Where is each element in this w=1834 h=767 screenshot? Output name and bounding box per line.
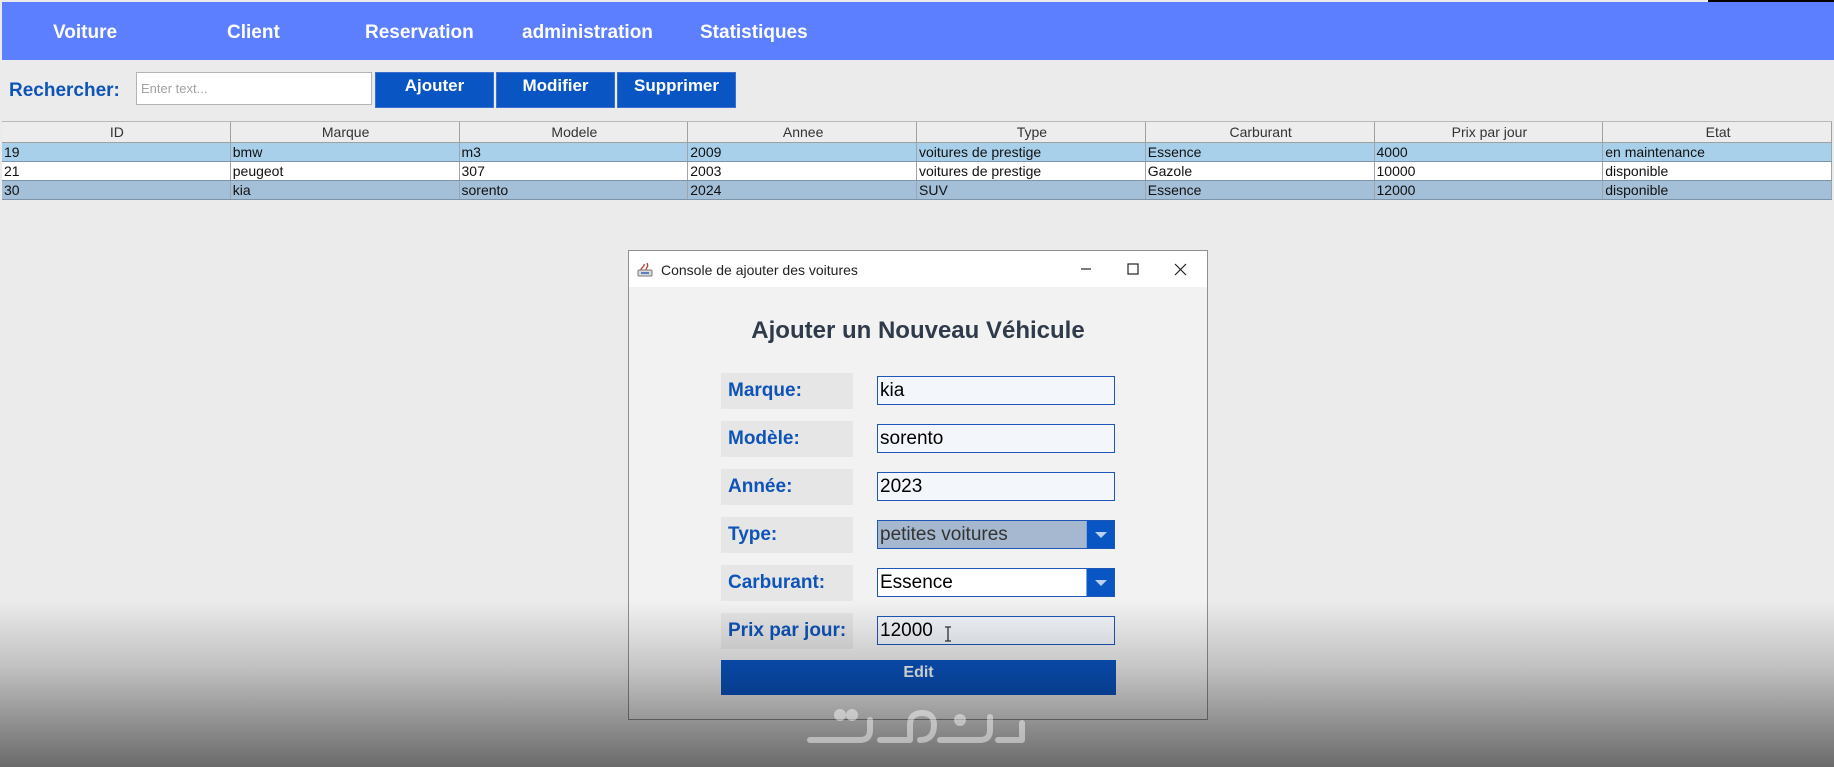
table-cell: 4000 xyxy=(1375,143,1604,161)
table-cell: bmw xyxy=(231,143,460,161)
chevron-down-icon xyxy=(1094,579,1107,586)
close-button[interactable] xyxy=(1157,255,1203,283)
table-cell: 2009 xyxy=(688,143,917,161)
search-input[interactable] xyxy=(136,72,372,105)
prix-label: Prix par jour: xyxy=(721,613,853,649)
table-cell: 307 xyxy=(460,162,689,180)
table-cell: 21 xyxy=(2,162,231,180)
table-cell: peugeot xyxy=(231,162,460,180)
edit-button[interactable]: Edit xyxy=(721,660,1116,695)
vehicles-table: ID Marque Modele Annee Type Carburant Pr… xyxy=(2,121,1832,200)
table-cell: 10000 xyxy=(1375,162,1604,180)
menu-item-voiture[interactable]: Voiture xyxy=(53,22,117,44)
table-cell: disponible xyxy=(1603,162,1832,180)
minimize-button[interactable] xyxy=(1063,255,1109,283)
maximize-button[interactable] xyxy=(1110,255,1156,283)
dialog-titlebar[interactable]: Console de ajouter des voitures xyxy=(629,251,1207,287)
table-cell: 2003 xyxy=(688,162,917,180)
java-app-icon xyxy=(637,262,653,277)
column-header-marque[interactable]: Marque xyxy=(230,122,460,143)
prix-input[interactable] xyxy=(877,616,1115,645)
add-vehicle-dialog: Console de ajouter des voitures Ajouter … xyxy=(628,250,1208,720)
table-cell: SUV xyxy=(917,181,1146,199)
type-label: Type: xyxy=(721,517,853,553)
column-header-etat[interactable]: Etat xyxy=(1603,122,1832,143)
minimize-icon xyxy=(1081,268,1091,270)
table-cell: 2024 xyxy=(688,181,917,199)
dialog-title: Console de ajouter des voitures xyxy=(661,262,858,278)
column-header-prix[interactable]: Prix par jour xyxy=(1374,122,1604,143)
carburant-label: Carburant: xyxy=(721,565,853,601)
table-cell: kia xyxy=(231,181,460,199)
maximize-icon xyxy=(1127,263,1139,275)
carburant-select[interactable]: Essence xyxy=(877,568,1115,597)
close-icon xyxy=(1174,263,1186,275)
menu-item-reservation[interactable]: Reservation xyxy=(365,22,474,44)
delete-button[interactable]: Supprimer xyxy=(617,72,736,108)
chevron-down-icon xyxy=(1094,531,1107,538)
dialog-heading: Ajouter un Nouveau Véhicule xyxy=(751,317,1085,344)
column-header-id[interactable]: ID xyxy=(2,122,231,143)
column-header-carburant[interactable]: Carburant xyxy=(1145,122,1375,143)
type-select-value: petites voitures xyxy=(880,523,1008,545)
column-header-annee[interactable]: Annee xyxy=(688,122,917,143)
text-cursor-icon xyxy=(945,626,951,642)
type-dropdown-button[interactable] xyxy=(1086,521,1114,548)
marque-input[interactable] xyxy=(877,376,1115,405)
table-cell: voitures de prestige xyxy=(917,143,1146,161)
table-cell: Essence xyxy=(1146,181,1375,199)
marque-label: Marque: xyxy=(721,373,853,409)
menu-item-statistiques[interactable]: Statistiques xyxy=(700,22,808,44)
carburant-select-value: Essence xyxy=(880,571,953,593)
table-cell: sorento xyxy=(460,181,689,199)
table-cell: 19 xyxy=(2,143,231,161)
menu-item-administration[interactable]: administration xyxy=(522,22,653,44)
table-cell: 30 xyxy=(2,181,231,199)
table-row[interactable]: 21 peugeot 307 2003 voitures de prestige… xyxy=(2,162,1832,181)
menu-item-client[interactable]: Client xyxy=(227,22,280,44)
modify-button[interactable]: Modifier xyxy=(496,72,615,108)
table-header-row: ID Marque Modele Annee Type Carburant Pr… xyxy=(2,121,1832,143)
column-header-modele[interactable]: Modele xyxy=(459,122,689,143)
column-header-type[interactable]: Type xyxy=(917,122,1146,143)
search-label: Rechercher: xyxy=(9,80,120,101)
annee-label: Année: xyxy=(721,469,853,505)
table-cell: Essence xyxy=(1146,143,1375,161)
table-cell: Gazole xyxy=(1146,162,1375,180)
table-cell: m3 xyxy=(460,143,689,161)
add-button[interactable]: Ajouter xyxy=(375,72,494,108)
table-cell: voitures de prestige xyxy=(917,162,1146,180)
table-row[interactable]: 19 bmw m3 2009 voitures de prestige Esse… xyxy=(2,143,1832,162)
modele-input[interactable] xyxy=(877,424,1115,453)
carburant-dropdown-button[interactable] xyxy=(1086,569,1114,596)
table-cell: 12000 xyxy=(1375,181,1604,199)
table-row[interactable]: 30 kia sorento 2024 SUV Essence 12000 di… xyxy=(2,181,1832,200)
table-cell: en maintenance xyxy=(1603,143,1832,161)
table-cell: disponible xyxy=(1603,181,1832,199)
annee-input[interactable] xyxy=(877,472,1115,501)
modele-label: Modèle: xyxy=(721,421,853,457)
type-select[interactable]: petites voitures xyxy=(877,520,1115,549)
menu-bar: Voiture Client Reservation administratio… xyxy=(2,2,1834,60)
